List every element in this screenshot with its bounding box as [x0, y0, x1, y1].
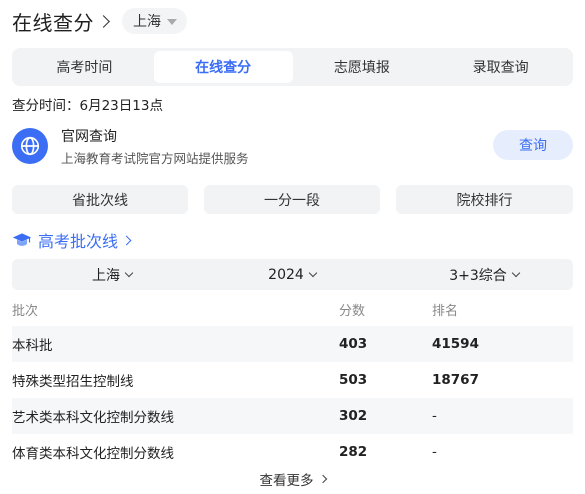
query-time-text: 查分时间：6月23日13点 — [12, 98, 163, 114]
filter-subject[interactable]: 3+3综合 — [424, 259, 544, 290]
row-score: 403 — [339, 336, 368, 352]
filter-bar: 上海 2024 3+3综合 — [12, 259, 573, 290]
page-title[interactable]: 在线查分 — [12, 7, 94, 36]
table-row: 本科批 403 41594 — [12, 326, 573, 362]
chevron-right-icon[interactable] — [97, 14, 110, 28]
section-header[interactable]: 高考批次线 — [12, 229, 132, 251]
quick-link-college-rank[interactable]: 院校排行 — [396, 185, 573, 214]
row-batch: 艺术类本科文化控制分数线 — [12, 410, 174, 426]
graduation-cap-icon — [12, 233, 32, 246]
official-query-card: 官网查询 上海教育考试院官方网站提供服务 查询 — [12, 124, 573, 168]
tab-score-query[interactable]: 在线查分 — [153, 51, 293, 83]
region-label: 上海 — [133, 14, 161, 30]
chevron-down-icon — [308, 268, 318, 277]
row-batch: 特殊类型招生控制线 — [12, 374, 134, 390]
batch-line-table: 批次 分数 排名 本科批 403 41594 特殊类型招生控制线 503 187… — [12, 292, 573, 470]
page-header: 在线查分 上海 — [12, 6, 187, 36]
filter-subject-label: 3+3综合 — [449, 267, 507, 284]
chevron-right-icon — [121, 235, 132, 245]
caret-down-icon — [167, 19, 177, 25]
table-header: 批次 分数 排名 — [12, 292, 573, 326]
row-rank: 18767 — [432, 372, 479, 388]
table-row: 艺术类本科文化控制分数线 302 - — [12, 398, 573, 434]
filter-year[interactable]: 2024 — [232, 259, 352, 290]
row-score: 503 — [339, 372, 368, 388]
view-more-link[interactable]: 查看更多 — [0, 468, 585, 490]
row-score: 302 — [339, 408, 368, 424]
chevron-down-icon — [511, 268, 521, 277]
tab-application[interactable]: 志愿填报 — [293, 51, 432, 83]
region-selector[interactable]: 上海 — [122, 8, 187, 34]
row-score: 282 — [339, 444, 368, 460]
header-batch: 批次 — [12, 303, 39, 319]
filter-region[interactable]: 上海 — [52, 259, 172, 290]
row-rank: - — [432, 408, 437, 424]
table-row: 特殊类型招生控制线 503 18767 — [12, 362, 573, 398]
chevron-right-icon — [318, 474, 327, 484]
row-batch: 本科批 — [12, 338, 53, 354]
chevron-down-icon — [124, 268, 134, 277]
filter-region-label: 上海 — [92, 267, 120, 284]
row-rank: 41594 — [432, 336, 479, 352]
quick-link-score-segment[interactable]: 一分一段 — [204, 185, 380, 214]
filter-year-label: 2024 — [268, 266, 304, 283]
tab-admission-query[interactable]: 录取查询 — [431, 51, 570, 83]
row-batch: 体育类本科文化控制分数线 — [12, 446, 174, 462]
table-row: 体育类本科文化控制分数线 282 - — [12, 434, 573, 470]
query-button[interactable]: 查询 — [493, 130, 573, 160]
view-more-label: 查看更多 — [259, 473, 314, 489]
row-rank: - — [432, 444, 437, 460]
official-title: 官网查询 — [61, 129, 117, 145]
globe-icon — [12, 128, 48, 164]
official-subtitle: 上海教育考试院官方网站提供服务 — [61, 151, 249, 166]
header-score: 分数 — [339, 303, 366, 319]
header-rank: 排名 — [432, 303, 459, 319]
section-title: 高考批次线 — [38, 232, 119, 251]
quick-link-batch-line[interactable]: 省批次线 — [12, 185, 188, 214]
tab-exam-time[interactable]: 高考时间 — [15, 51, 154, 83]
tab-bar: 高考时间 在线查分 志愿填报 录取查询 — [12, 48, 573, 86]
